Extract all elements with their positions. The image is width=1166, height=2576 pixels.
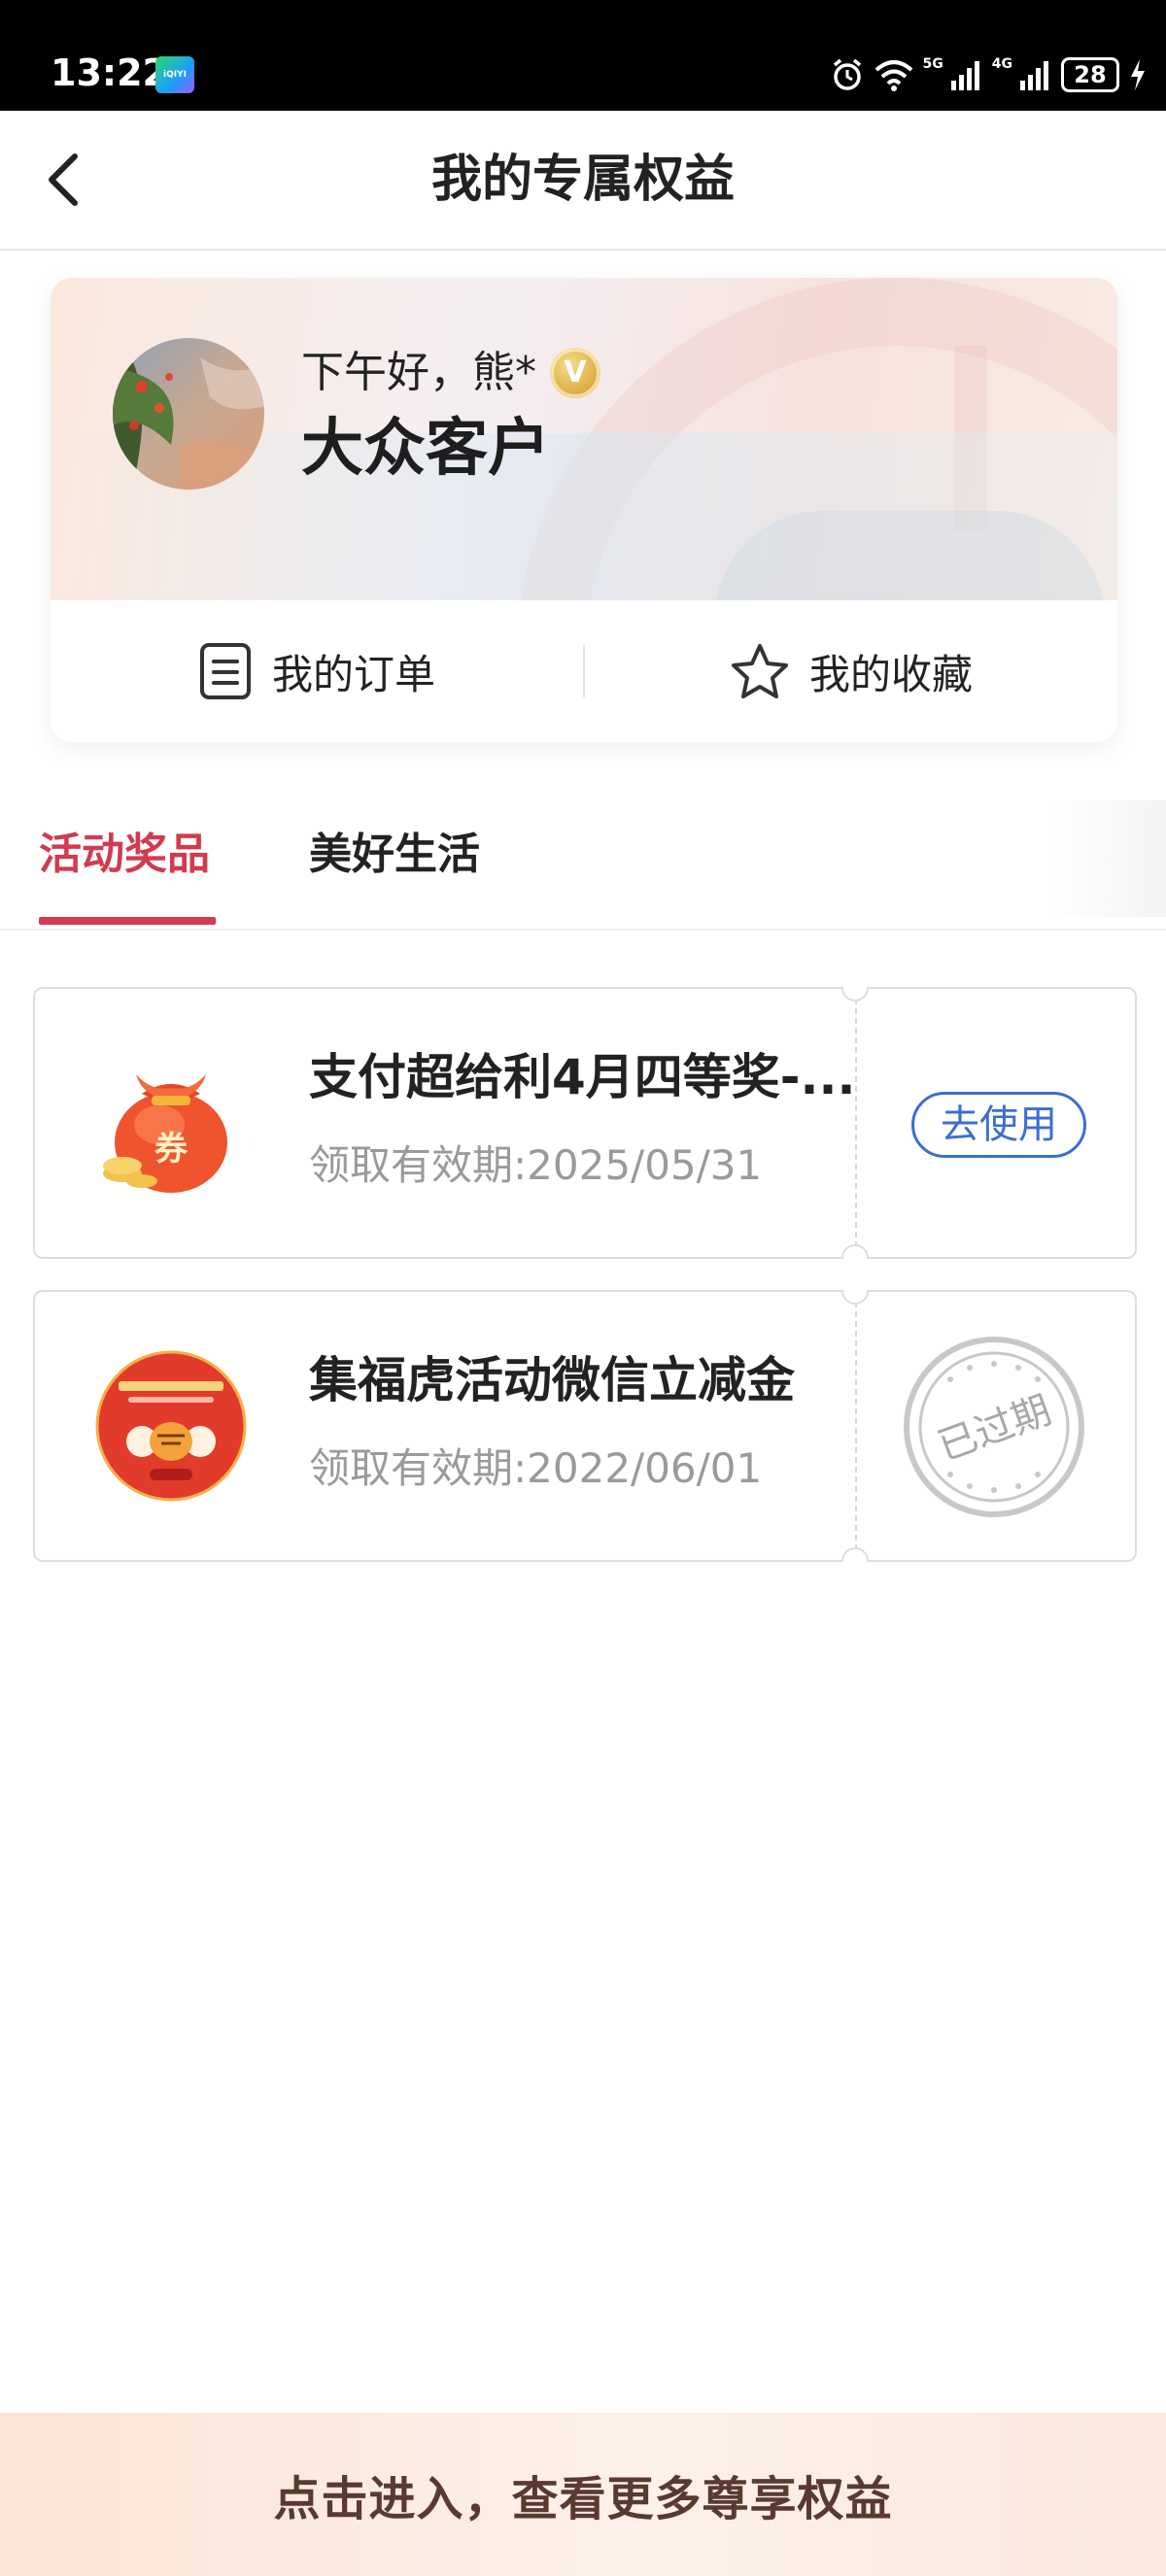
- network-4g-label: 4G: [991, 56, 1012, 72]
- profile-card: 下午好，熊* V 大众客户 我的订单 我的收藏: [51, 278, 1117, 742]
- status-bar: 13:22 iQIYI 5G 4G 28: [0, 0, 1166, 111]
- tiger-campaign-thumbnail: [93, 1348, 249, 1504]
- coupon-title: 集福虎活动微信立减金: [309, 1352, 795, 1408]
- coupon-divider: [855, 1292, 857, 1560]
- my-orders-button[interactable]: 我的订单: [51, 600, 583, 742]
- my-orders-label: 我的订单: [271, 650, 435, 698]
- tabs-scroll-fade: [1049, 800, 1166, 917]
- tab-activity-prizes[interactable]: 活动奖品: [39, 826, 210, 884]
- avatar[interactable]: [113, 338, 264, 490]
- signal-icon-2: [1020, 61, 1048, 90]
- page-header: 我的专属权益: [0, 111, 1166, 251]
- coupon-divider: [855, 989, 857, 1257]
- use-coupon-button[interactable]: 去使用: [911, 1092, 1086, 1158]
- expired-stamp-text: 已过期: [932, 1388, 1056, 1470]
- more-benefits-banner[interactable]: 点击进入，查看更多尊享权益: [0, 2413, 1166, 2576]
- app-badge-text: iQIYI: [163, 69, 187, 80]
- coupon-card[interactable]: 集福虎活动微信立减金 领取有效期:2022/06/01 已过期: [33, 1290, 1137, 1562]
- profile-actions: 我的订单 我的收藏: [51, 600, 1117, 742]
- order-list-icon: [199, 643, 251, 699]
- alarm-icon: [833, 58, 861, 90]
- iqiyi-app-icon: iQIYI: [155, 56, 194, 93]
- more-benefits-text: 点击进入，查看更多尊享权益: [273, 2472, 893, 2526]
- expired-stamp-icon: 已过期: [902, 1335, 1086, 1519]
- avatar-image: [113, 338, 264, 490]
- coupon-title: 支付超给利4月四等奖-...: [309, 1049, 856, 1105]
- active-tab-indicator: [39, 917, 216, 925]
- status-icons: 5G 4G 28: [830, 52, 1147, 97]
- coupon-notch: [841, 1244, 869, 1259]
- coupon-validity: 领取有效期:2025/05/31: [309, 1141, 763, 1189]
- greeting-text: 下午好，熊*: [301, 348, 536, 397]
- network-5g-label: 5G: [922, 56, 943, 72]
- profile-banner: 下午好，熊* V 大众客户: [51, 278, 1117, 600]
- greeting: 下午好，熊* V: [301, 346, 600, 400]
- coupon-thumb-label: 券: [154, 1130, 189, 1169]
- tab-bar: 活动奖品 美好生活: [0, 787, 1166, 931]
- coupon-validity: 领取有效期:2022/06/01: [309, 1444, 763, 1492]
- charging-icon: [1131, 59, 1145, 90]
- vip-badge-icon: V: [550, 348, 600, 398]
- battery-indicator: 28: [1061, 57, 1119, 92]
- tab-good-life[interactable]: 美好生活: [309, 826, 480, 884]
- lucky-bag-icon: 券: [93, 1045, 249, 1201]
- customer-tier: 大众客户: [301, 412, 550, 485]
- my-favorites-button[interactable]: 我的收藏: [585, 600, 1117, 742]
- coupon-notch: [841, 1547, 869, 1562]
- status-time: 13:22: [51, 51, 168, 94]
- signal-icon-1: [950, 61, 979, 90]
- page-title: 我的专属权益: [430, 151, 735, 209]
- coupon-notch: [841, 987, 869, 1001]
- my-favorites-label: 我的收藏: [808, 650, 973, 698]
- coupon-notch: [841, 1290, 869, 1305]
- banner-decoration-pill: [715, 511, 1104, 600]
- coupon-card[interactable]: 券 支付超给利4月四等奖-... 领取有效期:2025/05/31 去使用: [33, 987, 1137, 1259]
- star-icon: [731, 644, 788, 698]
- wifi-icon: [874, 60, 912, 91]
